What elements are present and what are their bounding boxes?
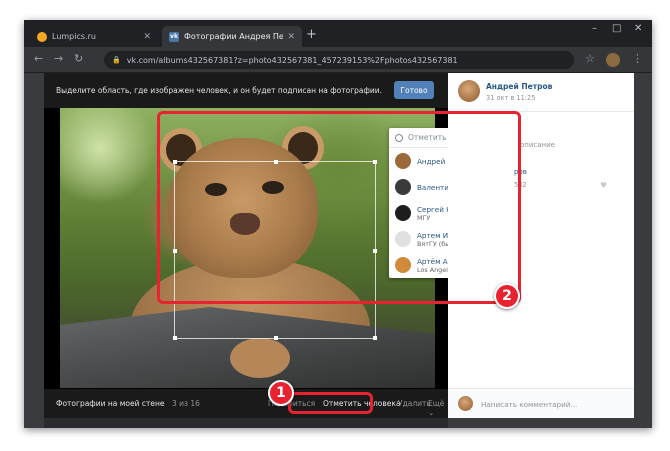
comment-bar: Написать комментарий... (448, 388, 634, 418)
url-text: vk.com/albums432567381?z=photo432567381_… (126, 55, 458, 65)
resize-handle[interactable] (373, 336, 377, 340)
author-name-link[interactable]: Андрей Петров (486, 82, 552, 91)
lumpics-favicon-icon (37, 31, 47, 42)
kebab-menu-icon[interactable]: ⋮ (632, 52, 643, 65)
highlight-box-selection (157, 111, 521, 304)
close-icon[interactable]: ✕ (143, 32, 151, 42)
thumbnail-strip (44, 418, 448, 428)
step-badge-1: 1 (268, 380, 294, 406)
avatar (458, 396, 473, 411)
comment-input[interactable]: Написать комментарий... (481, 400, 577, 409)
tab-vk-photos[interactable]: vk Фотографии Андрея Петрова - ✕ (162, 26, 302, 47)
tab-bar: Lumpics.ru ✕ vk Фотографии Андрея Петров… (24, 20, 652, 47)
avatar[interactable] (458, 80, 480, 102)
heart-icon[interactable]: ♥ (600, 181, 607, 190)
reload-icon[interactable]: ↻ (74, 52, 83, 65)
more-button[interactable]: Ещё ⌄ (428, 399, 448, 417)
new-tab-icon[interactable]: + (306, 27, 317, 42)
done-button[interactable]: Готово (394, 81, 434, 99)
resize-handle[interactable] (173, 336, 177, 340)
step-badge-2: 2 (494, 283, 520, 309)
close-window-icon[interactable]: ✕ (634, 23, 642, 34)
tag-instruction-text: Выделите область, где изображен человек,… (56, 86, 383, 95)
photo-cub-paw (230, 338, 290, 378)
vk-favicon-icon: vk (169, 31, 179, 42)
photo-counter: 3 из 16 (172, 399, 200, 408)
tag-instruction-bar: Выделите область, где изображен человек,… (44, 73, 448, 108)
viewer-footer: Фотографии на моей стене 3 из 16 Поделит… (44, 389, 448, 418)
tab-title: Lumpics.ru (52, 32, 96, 41)
profile-avatar[interactable] (606, 53, 620, 67)
description-label[interactable]: описание (520, 141, 555, 149)
minimize-icon[interactable]: – (592, 23, 597, 34)
post-date: 31 окт в 11:25 (486, 94, 536, 102)
tab-lumpics[interactable]: Lumpics.ru ✕ (30, 26, 158, 47)
screenshot-frame: Lumpics.ru ✕ vk Фотографии Андрея Петров… (0, 0, 670, 451)
highlight-box-tag-button (288, 392, 373, 414)
album-name-link[interactable]: Фотографии на моей стене (56, 399, 164, 408)
forward-icon[interactable]: → (54, 52, 63, 65)
close-icon[interactable]: ✕ (287, 32, 295, 42)
lock-icon: 🔒 (112, 56, 121, 64)
address-bar[interactable]: 🔒 vk.com/albums432567381?z=photo43256738… (104, 51, 574, 69)
back-icon[interactable]: ← (34, 52, 43, 65)
resize-handle[interactable] (274, 336, 278, 340)
maximize-icon[interactable]: □ (612, 23, 621, 34)
tab-title: Фотографии Андрея Петрова - (184, 32, 284, 41)
browser-toolbar: ← → ↻ 🔒 vk.com/albums432567381?z=photo43… (24, 47, 652, 73)
bookmark-star-icon[interactable]: ☆ (585, 52, 595, 65)
delete-button[interactable]: Удалить (398, 399, 431, 408)
